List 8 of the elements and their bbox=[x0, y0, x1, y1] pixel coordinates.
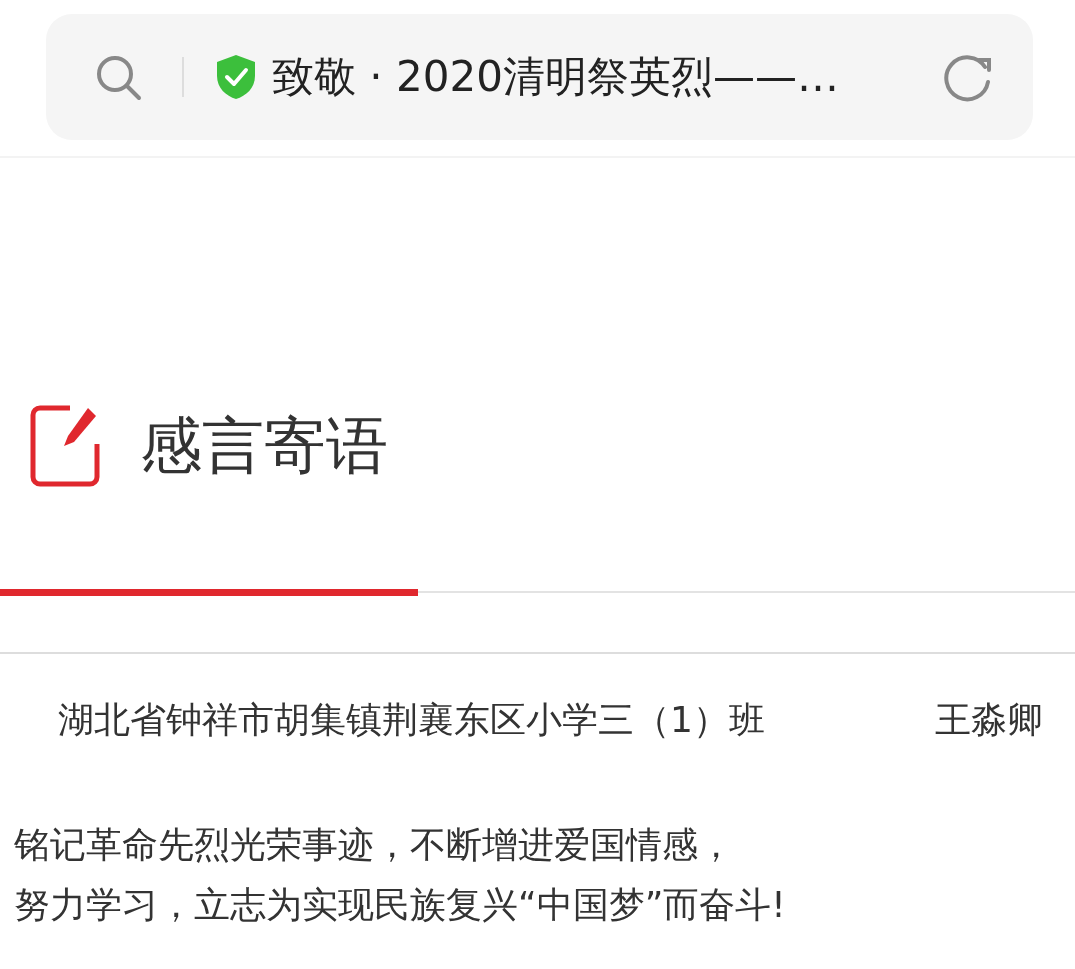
section-title: 感言寄语 bbox=[140, 408, 388, 484]
message-text: 铭记革命先烈光荣事迹，不断增进爱国情感， 努力学习，立志为实现民族复兴“中国梦”而奋斗! bbox=[14, 823, 787, 927]
author-name: 王淼卿 bbox=[935, 698, 1043, 742]
page-title: 致敬 · 2020清明祭英烈——… bbox=[272, 51, 840, 103]
school-name: 湖北省钟祥市胡集镇荆襄东区小学三（1）班 bbox=[58, 698, 765, 742]
shield-check-icon bbox=[216, 54, 256, 100]
edit-icon bbox=[30, 404, 100, 488]
search-icon[interactable] bbox=[94, 53, 142, 101]
